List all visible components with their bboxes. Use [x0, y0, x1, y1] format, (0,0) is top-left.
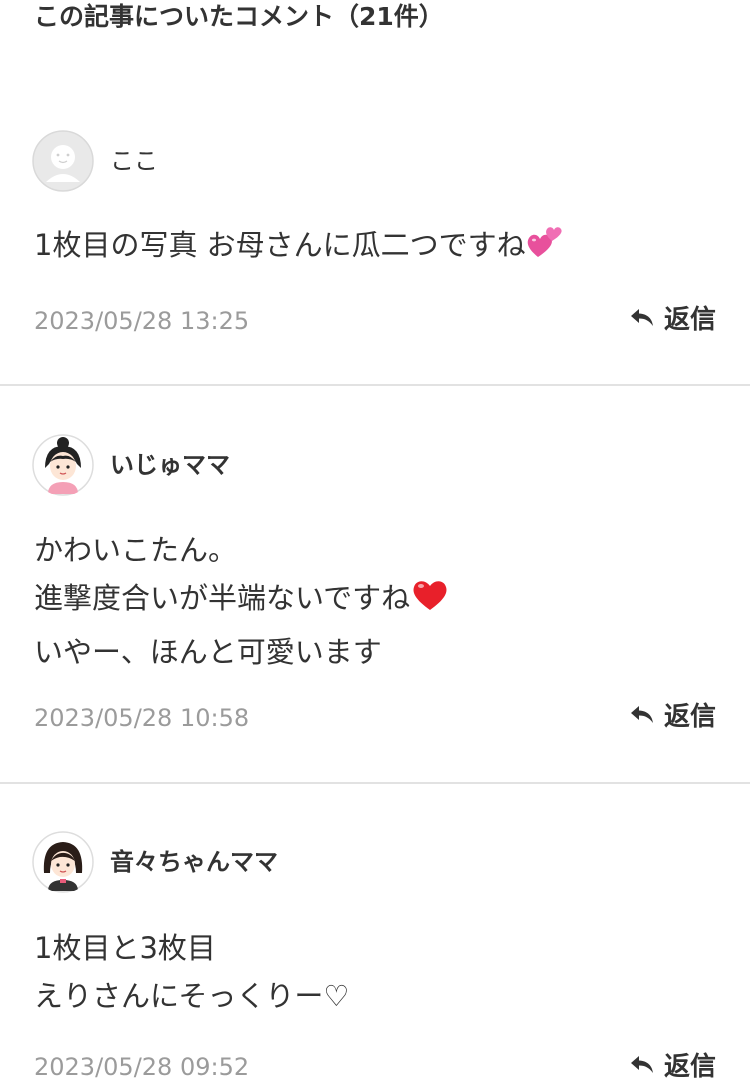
comment-body: 1枚目の写真 お母さんに瓜二つですね: [34, 221, 564, 275]
reply-arrow-icon: [630, 1055, 654, 1079]
default-face-icon[interactable]: [32, 130, 94, 192]
comment-text-line: えりさんにそっくりー♡: [34, 979, 350, 1013]
girl-bob-avatar-icon[interactable]: [32, 831, 94, 893]
reply-arrow-icon: [630, 308, 654, 332]
reply-label: 返信: [663, 305, 716, 335]
reply-button[interactable]: 返信: [630, 699, 716, 735]
reply-button[interactable]: 返信: [630, 1049, 716, 1085]
girl-bun-avatar-icon[interactable]: [32, 434, 94, 496]
comment-body: かわいこたん。 進撃度合いが半端ないですね いやー、ほんと可愛います: [34, 526, 450, 676]
comment-text-line: かわいこたん。: [34, 533, 238, 567]
comment-username[interactable]: ここ: [110, 145, 158, 177]
reply-button[interactable]: 返信: [630, 302, 716, 338]
two-hearts-emoji: [526, 223, 564, 275]
comment-text-line: 1枚目の写真 お母さんに瓜二つですね: [34, 228, 526, 262]
comment-text-line: 1枚目と3枚目: [34, 931, 216, 965]
comment-text-line: 進撃度合いが半端ないですね: [34, 581, 411, 615]
comment-timestamp: 2023/05/28 10:58: [34, 704, 250, 732]
comment-username[interactable]: 音々ちゃんママ: [110, 846, 278, 878]
comment-username[interactable]: いじゅママ: [110, 449, 230, 481]
comment-text-line: いやー、ほんと可愛います: [34, 635, 382, 669]
comments-section-title: この記事についたコメント（21件）: [34, 2, 444, 31]
comment-timestamp: 2023/05/28 09:52: [34, 1053, 250, 1081]
comment-body: 1枚目と3枚目 えりさんにそっくりー♡: [34, 924, 349, 1020]
comment-divider: [0, 384, 750, 386]
reply-label: 返信: [663, 1052, 716, 1082]
comment-timestamp: 2023/05/28 13:25: [34, 307, 250, 335]
comment-divider: [0, 782, 750, 784]
reply-label: 返信: [663, 702, 716, 732]
red-heart-emoji: [410, 574, 450, 628]
reply-arrow-icon: [630, 705, 654, 729]
